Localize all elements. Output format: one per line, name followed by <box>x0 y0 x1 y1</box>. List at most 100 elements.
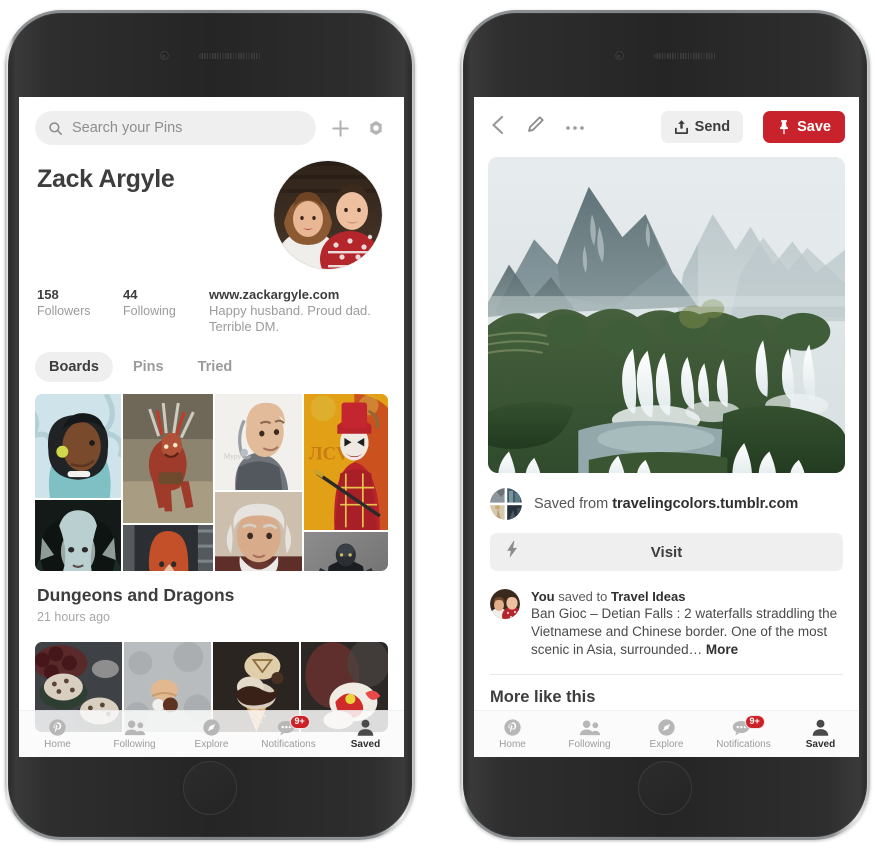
saved-from-row[interactable]: Saved from travelingcolors.tumblr.com <box>474 473 859 520</box>
nav-item-saved[interactable]: Saved <box>782 718 859 750</box>
nav-item-explore[interactable]: Explore <box>628 718 705 750</box>
screen-profile: Search your Pins Zack Argyle 158 Followe… <box>19 97 404 757</box>
stat-following[interactable]: 44 Following <box>123 287 209 336</box>
tab-boards[interactable]: Boards <box>35 351 113 382</box>
bottom-navigation-left: Home Following Explore 9+ Notifications … <box>19 710 404 757</box>
avatar[interactable] <box>274 161 382 269</box>
profile-topbar: Search your Pins <box>19 97 404 155</box>
waterfall-landscape-image <box>488 157 845 473</box>
tab-tried[interactable]: Tried <box>184 352 247 382</box>
nav-item-explore[interactable]: Explore <box>173 718 250 750</box>
notifications-badge: 9+ <box>744 715 765 729</box>
bottom-navigation-right: Home Following Explore 9+ Notifications … <box>474 710 859 757</box>
ellipsis-icon <box>566 126 584 130</box>
pin-body-text: Ban Gioc – Detian Falls : 2 waterfalls s… <box>531 605 843 660</box>
pin-board-name[interactable]: Travel Ideas <box>611 589 685 604</box>
back-button[interactable] <box>490 115 506 140</box>
svg-text:Mypyn: Mypyn <box>223 451 244 460</box>
nav-label: Explore <box>194 739 229 750</box>
front-camera-icon <box>614 51 624 60</box>
tumblr-collage-favicon-image <box>490 488 522 520</box>
profile-stats: 158 Followers 44 Following www.zackargyl… <box>19 269 404 336</box>
pinterest-icon <box>49 719 66 736</box>
nav-item-following[interactable]: Following <box>551 718 628 750</box>
pin-description-block: You saved to Travel Ideas Ban Gioc – Det… <box>474 571 859 660</box>
avatar-image <box>274 161 382 269</box>
phone-body-left: Search your Pins Zack Argyle 158 Followe… <box>8 13 412 837</box>
earpiece-speaker <box>198 52 261 59</box>
phone-mockup-right: Send Save Saved from travelingcolors.tum… <box>460 10 870 840</box>
save-button[interactable]: Save <box>763 111 845 143</box>
settings-button[interactable] <box>364 116 388 140</box>
nav-label: Notifications <box>716 739 771 750</box>
send-button[interactable]: Send <box>660 111 744 143</box>
board-thumbnail <box>123 524 213 571</box>
people-icon <box>579 720 600 736</box>
compass-icon <box>658 719 675 736</box>
phone-mockup-left: Search your Pins Zack Argyle 158 Followe… <box>5 10 415 840</box>
home-button[interactable] <box>638 761 692 815</box>
profile-bio-text: Happy husband. Proud dad. Terrible DM. <box>209 303 371 335</box>
add-pin-button[interactable] <box>328 116 352 140</box>
profile-bio: www.zackargyle.com Happy husband. Proud … <box>209 287 386 336</box>
search-icon <box>49 121 62 135</box>
sensor-row <box>8 51 412 60</box>
stat-label: Followers <box>37 304 91 318</box>
notifications-badge: 9+ <box>289 715 310 729</box>
profile-tabs: Boards Pins Tried <box>19 336 404 394</box>
nav-item-home[interactable]: Home <box>474 718 551 750</box>
user-avatar-image <box>490 589 520 619</box>
tab-pins[interactable]: Pins <box>119 352 178 382</box>
share-upload-icon <box>674 120 688 134</box>
stat-value: 158 <box>37 287 59 302</box>
nav-label: Saved <box>805 739 836 750</box>
saved-from-prefix: Saved from <box>534 496 609 512</box>
more-link[interactable]: More <box>706 642 738 657</box>
more-options-button[interactable] <box>565 118 585 136</box>
page-title: Zack Argyle <box>37 165 175 193</box>
screen-pin-detail: Send Save Saved from travelingcolors.tum… <box>474 97 859 757</box>
nav-label: Notifications <box>261 739 316 750</box>
board-thumbnail <box>35 393 122 499</box>
visit-label: Visit <box>650 543 683 561</box>
pin-description-text: You saved to Travel Ideas Ban Gioc – Det… <box>531 589 843 660</box>
board-thumbnail: Mypyn <box>214 393 303 491</box>
pin-body-copy: Ban Gioc – Detian Falls : 2 waterfalls s… <box>531 606 838 658</box>
edit-button[interactable] <box>526 115 545 139</box>
save-label: Save <box>797 119 831 135</box>
board-title[interactable]: Dungeons and Dragons <box>37 585 386 606</box>
profile-website-link[interactable]: www.zackargyle.com <box>209 287 386 302</box>
nav-label: Home <box>44 739 71 750</box>
person-icon <box>812 719 829 736</box>
visit-button[interactable]: Visit <box>490 533 843 571</box>
search-input[interactable]: Search your Pins <box>35 111 316 145</box>
stat-followers[interactable]: 158 Followers <box>37 287 123 336</box>
phone-body-right: Send Save Saved from travelingcolors.tum… <box>463 13 867 837</box>
nav-item-home[interactable]: Home <box>19 718 96 750</box>
home-button[interactable] <box>183 761 237 815</box>
pinterest-icon <box>504 719 521 736</box>
nav-label: Explore <box>649 739 684 750</box>
nav-item-notifications[interactable]: 9+ Notifications <box>250 715 327 750</box>
profile-header: Zack Argyle <box>19 155 404 269</box>
compass-icon <box>203 719 220 736</box>
person-icon <box>357 719 374 736</box>
nav-label: Home <box>499 739 526 750</box>
user-avatar[interactable] <box>490 589 520 619</box>
gear-icon <box>370 120 382 136</box>
nav-item-following[interactable]: Following <box>96 718 173 750</box>
board-thumbnail <box>214 492 303 571</box>
chevron-left-icon <box>492 115 504 134</box>
front-camera-icon <box>159 51 169 60</box>
nav-item-saved[interactable]: Saved <box>327 718 404 750</box>
pin-hero-image[interactable] <box>488 157 845 473</box>
board-thumbnail: ЛСVS <box>304 393 388 530</box>
pin-detail-topbar: Send Save <box>474 97 859 151</box>
screenshot-stage: Search your Pins Zack Argyle 158 Followe… <box>0 0 875 850</box>
stat-label: Following <box>123 304 176 318</box>
board-thumbnail <box>304 531 388 571</box>
nav-item-notifications[interactable]: 9+ Notifications <box>705 715 782 750</box>
source-domain[interactable]: travelingcolors.tumblr.com <box>612 496 798 512</box>
board-cover-collage[interactable]: Mypyn ЛСVS <box>35 393 388 571</box>
sensor-row <box>463 51 867 60</box>
